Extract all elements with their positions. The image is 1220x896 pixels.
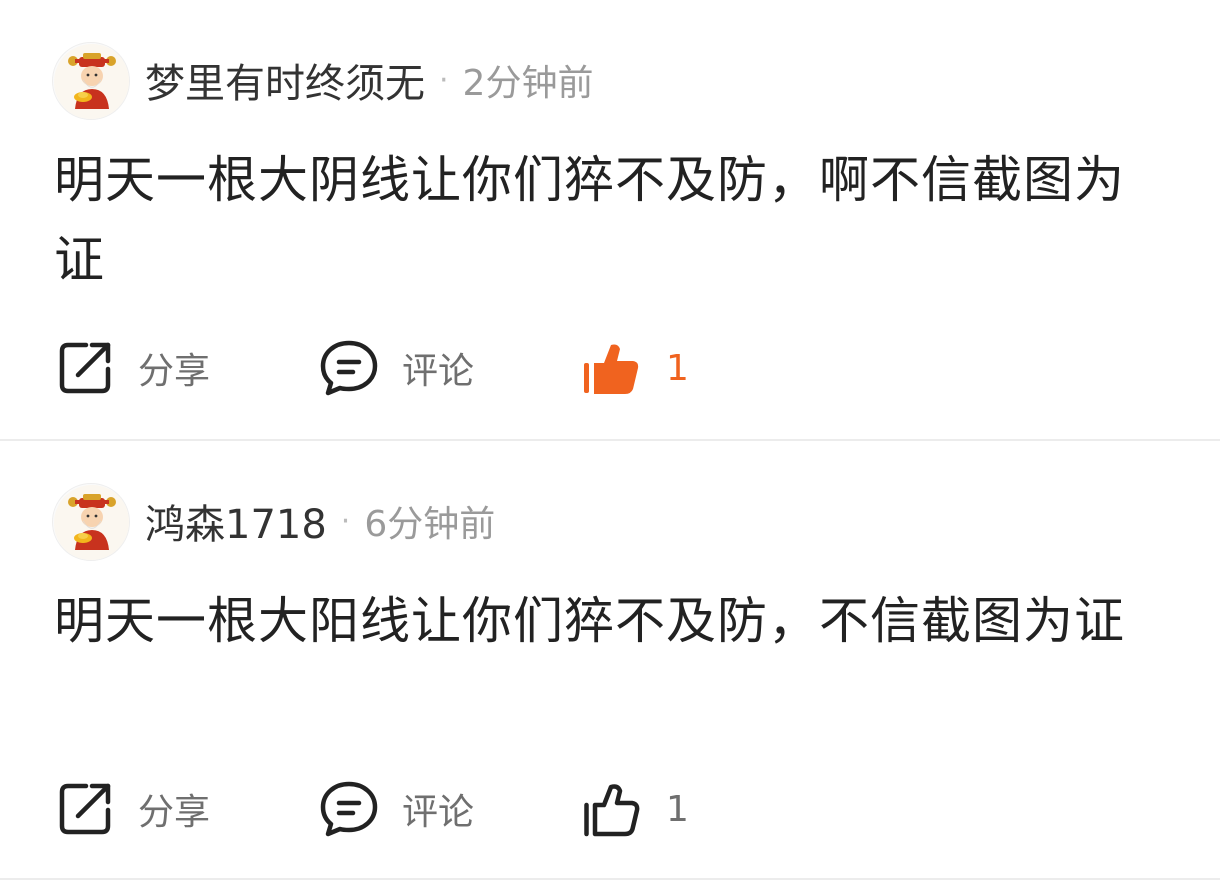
like-button[interactable]: 1 bbox=[580, 330, 689, 406]
fortune-god-avatar-icon bbox=[54, 44, 129, 119]
comment-meta: 梦里有时终须无 · 2分钟前 bbox=[145, 55, 594, 107]
comment-label: 评论 bbox=[402, 792, 475, 833]
share-icon bbox=[54, 778, 116, 840]
share-button[interactable]: 分享 bbox=[54, 771, 210, 847]
like-count: 1 bbox=[666, 347, 689, 389]
comment-label: 评论 bbox=[402, 351, 475, 392]
thumbs-up-icon bbox=[580, 778, 642, 840]
comment-meta: 鸿森1718 · 6分钟前 bbox=[145, 496, 496, 548]
comment-text: 明天一根大阴线让你们猝不及防，啊不信截图为证 bbox=[54, 151, 1125, 289]
like-count: 1 bbox=[666, 788, 689, 830]
meta-separator: · bbox=[340, 503, 351, 539]
timestamp: 6分钟前 bbox=[364, 504, 496, 545]
timestamp: 2分钟前 bbox=[462, 63, 594, 104]
meta-separator: · bbox=[439, 62, 449, 98]
share-icon bbox=[54, 337, 116, 399]
thumbs-up-icon bbox=[580, 337, 642, 399]
user-avatar[interactable] bbox=[52, 42, 130, 120]
action-bar: 分享 评论 1 bbox=[0, 771, 1220, 847]
share-button[interactable]: 分享 bbox=[54, 330, 210, 406]
fortune-god-avatar-icon bbox=[54, 485, 129, 560]
comment-text: 明天一根大阳线让你们猝不及防，不信截图为证 bbox=[54, 592, 1125, 650]
comment-button[interactable]: 评论 bbox=[318, 330, 474, 406]
comment-button[interactable]: 评论 bbox=[318, 771, 474, 847]
comment-item: 鸿森1718 · 6分钟前 明天一根大阳线让你们猝不及防，不信截图为证 分享 评… bbox=[0, 441, 1220, 881]
share-label: 分享 bbox=[138, 792, 211, 833]
action-bar: 分享 评论 1 bbox=[0, 330, 1220, 406]
username[interactable]: 鸿森1718 bbox=[145, 492, 327, 550]
comment-icon bbox=[318, 337, 380, 399]
comment-item: 梦里有时终须无 · 2分钟前 明天一根大阴线让你们猝不及防，啊不信截图为证 分享 bbox=[0, 0, 1220, 440]
share-label: 分享 bbox=[138, 351, 211, 392]
like-button[interactable]: 1 bbox=[580, 771, 689, 847]
username[interactable]: 梦里有时终须无 bbox=[145, 51, 425, 109]
comment-icon bbox=[318, 778, 380, 840]
user-avatar[interactable] bbox=[52, 483, 130, 561]
divider bbox=[0, 878, 1220, 880]
